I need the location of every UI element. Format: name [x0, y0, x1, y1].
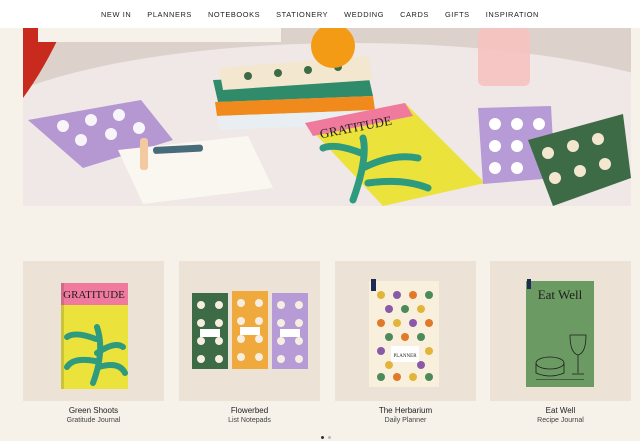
- nav-gifts[interactable]: GIFTS: [437, 10, 478, 19]
- gratitude-journal-image[interactable]: GRATITUDE: [23, 261, 164, 401]
- top-navigation: NEW IN PLANNERS NOTEBOOKS STATIONERY WED…: [0, 0, 640, 28]
- product-name[interactable]: The Herbarium: [335, 405, 476, 416]
- product-card-flowerbed[interactable]: Flowerbed List Notepads: [179, 261, 320, 426]
- product-type: Recipe Journal: [537, 417, 584, 424]
- nav-new-in[interactable]: NEW IN: [93, 10, 139, 19]
- hero-image: GRATITUDE: [23, 28, 631, 206]
- nav-notebooks[interactable]: NOTEBOOKS: [200, 10, 268, 19]
- nav-inspiration[interactable]: INSPIRATION: [478, 10, 547, 19]
- hero-text-card: [38, 28, 281, 42]
- product-type: Daily Planner: [384, 417, 427, 424]
- hero-banner[interactable]: GRATITUDE: [23, 28, 631, 206]
- product-card-herbarium[interactable]: PLANNER The Herbarium Daily Planner: [335, 261, 476, 426]
- nav-wedding[interactable]: WEDDING: [336, 10, 392, 19]
- product-name[interactable]: Green Shoots: [23, 405, 164, 416]
- product-type: List Notepads: [228, 417, 271, 424]
- carousel-pagination: [321, 436, 331, 439]
- planner-image[interactable]: PLANNER: [335, 261, 476, 401]
- cover-title: Eat Well: [538, 287, 583, 302]
- recipe-journal-image[interactable]: Eat Well: [490, 261, 631, 401]
- nav-planners[interactable]: PLANNERS: [139, 10, 200, 19]
- product-name[interactable]: Eat Well: [490, 405, 631, 416]
- nav-cards[interactable]: CARDS: [392, 10, 437, 19]
- product-card-eat-well[interactable]: Eat Well Eat Well Recipe Journal: [490, 261, 631, 426]
- nav-stationery[interactable]: STATIONERY: [268, 10, 336, 19]
- carousel-dot[interactable]: [328, 436, 331, 439]
- carousel-dot-active[interactable]: [321, 436, 324, 439]
- product-type: Gratitude Journal: [66, 417, 121, 424]
- notepads-image[interactable]: [179, 261, 320, 401]
- cover-title: GRATITUDE: [63, 289, 125, 301]
- cover-title: PLANNER: [393, 354, 417, 359]
- product-card-green-shoots[interactable]: GRATITUDE Green Shoots Gratitude Journal: [23, 261, 164, 426]
- product-name[interactable]: Flowerbed: [179, 405, 320, 416]
